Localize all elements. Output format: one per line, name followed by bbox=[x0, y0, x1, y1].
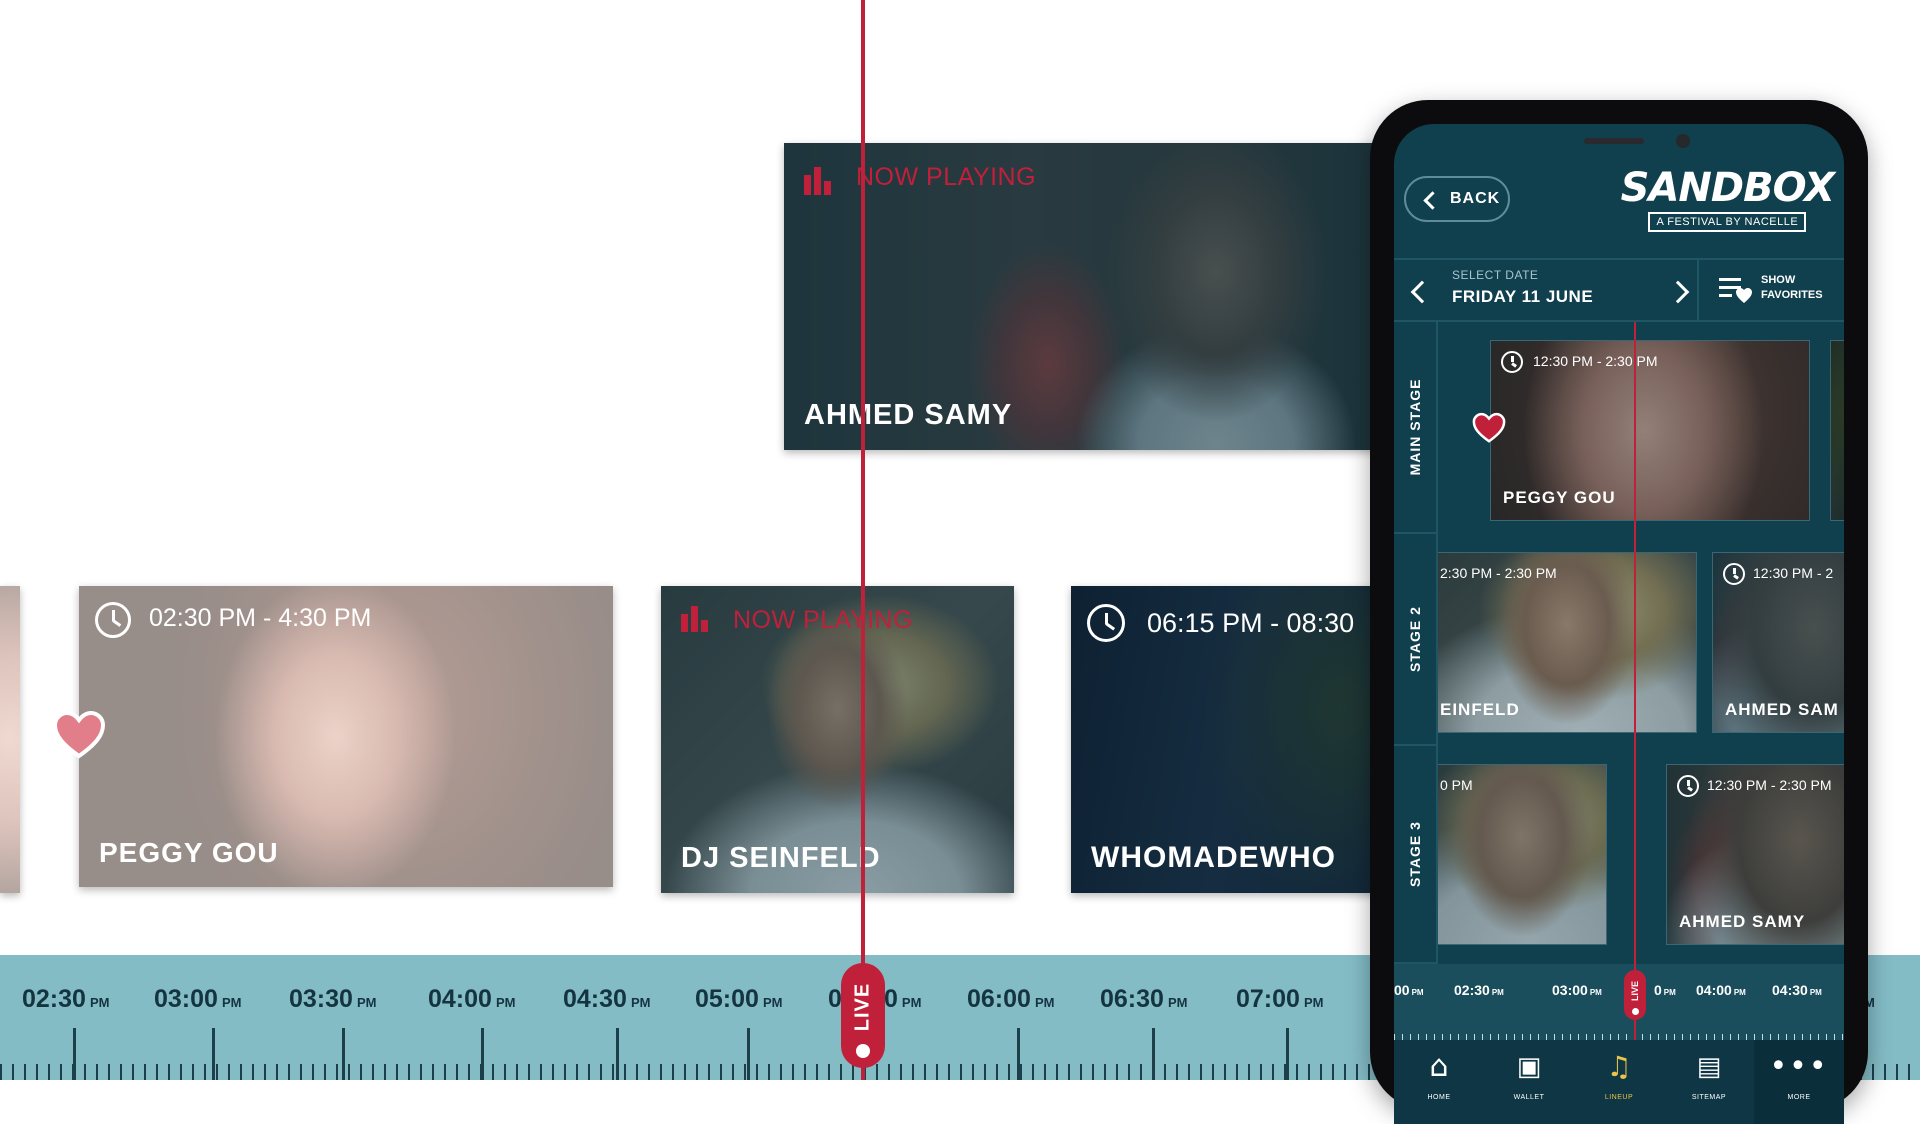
time-tick: 06:30 PM bbox=[1100, 985, 1188, 1013]
favorite-heart-icon[interactable] bbox=[1472, 412, 1506, 444]
stage-label-3: STAGE 3 bbox=[1394, 746, 1438, 964]
set-time: 12:30 PM - 2:30 PM bbox=[1533, 353, 1658, 369]
set-time: 2:30 PM - 2:30 PM bbox=[1440, 565, 1557, 581]
artist-name: PEGGY GOU bbox=[1503, 488, 1616, 507]
time-tick: 04:00 PM bbox=[1696, 982, 1746, 998]
phone-live-button[interactable]: LIVE bbox=[1624, 970, 1646, 1020]
artist-name: WHOMADEWHO bbox=[1091, 841, 1336, 874]
favorites-list-icon bbox=[1719, 278, 1752, 303]
nav-sitemap[interactable]: ▤ SITEMAP bbox=[1664, 1040, 1754, 1124]
artist-name: AHMED SAMY bbox=[1679, 912, 1806, 931]
set-time: 12:30 PM - 2:30 PM bbox=[1707, 777, 1832, 793]
artist-name: AHMED SAMY bbox=[804, 399, 1013, 431]
artist-card-ahmed-samy[interactable]: NOW PLAYING AHMED SAMY bbox=[784, 143, 1384, 450]
stage-label-main: MAIN STAGE bbox=[1394, 322, 1438, 534]
phone-speaker bbox=[1584, 138, 1644, 144]
clock-icon bbox=[95, 602, 131, 638]
artist-name: AHMED SAM bbox=[1725, 700, 1839, 719]
set-time: 02:30 PM - 4:30 PM bbox=[149, 604, 372, 632]
set-time: 12:30 PM - 2 bbox=[1753, 565, 1834, 581]
time-tick: 04:00 PM bbox=[428, 985, 516, 1013]
bottom-navigation: ⌂ HOME ▣ WALLET ♫ LINEUP ▤ SITEMAP ••• M… bbox=[1394, 1040, 1844, 1124]
phone-card-peggy-gou[interactable]: 12:30 PM - 2:30 PM PEGGY GOU bbox=[1490, 340, 1810, 521]
now-playing-icon bbox=[681, 606, 708, 632]
map-icon: ▤ bbox=[1696, 1052, 1722, 1082]
time-tick: 04:30 PM bbox=[1772, 982, 1822, 998]
time-tick: 04:30 PM bbox=[563, 985, 651, 1013]
phone-card-ahmed-samy-stage3[interactable]: 12:30 PM - 2:30 PM AHMED SAMY bbox=[1666, 764, 1844, 945]
clock-icon bbox=[1501, 351, 1523, 373]
artist-card-whomadewho[interactable]: 06:15 PM - 08:30 WHOMADEWHO bbox=[1071, 586, 1401, 893]
chevron-right-icon[interactable] bbox=[1666, 280, 1690, 304]
phone-live-line bbox=[1634, 322, 1636, 1040]
time-tick: 0 PM bbox=[884, 985, 922, 1013]
set-time: 06:15 PM - 08:30 bbox=[1147, 608, 1355, 638]
live-button[interactable]: LIVE bbox=[841, 963, 885, 1068]
more-icon: ••• bbox=[1769, 1049, 1829, 1084]
show-favorites-button[interactable]: SHOW FAVORITES bbox=[1697, 260, 1844, 320]
nav-more[interactable]: ••• MORE bbox=[1754, 1040, 1844, 1124]
time-tick: 05:00 PM bbox=[695, 985, 783, 1013]
artist-card-peggy-gou[interactable]: 02:30 PM - 4:30 PM PEGGY GOU bbox=[79, 586, 613, 887]
phone-screen: BACK SANDBOX A FESTIVAL BY NACELLE SELEC… bbox=[1394, 124, 1844, 1124]
time-tick: 03:00 PM bbox=[154, 985, 242, 1013]
nav-lineup[interactable]: ♫ LINEUP bbox=[1574, 1040, 1664, 1124]
phone-timeline-bar[interactable]: 00 PM 02:30 PM 03:00 PM 0 PM 04:00 PM 04:30 PM bbox=[1394, 964, 1844, 1044]
lineup-icon: ♫ bbox=[1606, 1050, 1632, 1083]
time-tick: 03:00 PM bbox=[1552, 982, 1602, 998]
phone-card-ahmed-samy[interactable]: 12:30 PM - 2 AHMED SAM bbox=[1712, 552, 1844, 733]
phone-device: BACK SANDBOX A FESTIVAL BY NACELLE SELEC… bbox=[1370, 100, 1868, 1124]
phone-camera bbox=[1676, 134, 1690, 148]
phone-card-seinfeld-stage3[interactable]: 0 PM bbox=[1438, 764, 1607, 945]
time-tick: 06:00 PM bbox=[967, 985, 1055, 1013]
phone-card-partial[interactable] bbox=[1830, 340, 1844, 521]
artist-card-dj-seinfeld[interactable]: NOW PLAYING DJ SEINFELD bbox=[661, 586, 1014, 893]
artist-name: DJ SEINFELD bbox=[681, 842, 881, 874]
artist-name: PEGGY GOU bbox=[99, 837, 279, 868]
phone-card-dj-seinfeld[interactable]: 2:30 PM - 2:30 PM EINFELD bbox=[1438, 552, 1697, 733]
festival-logo: SANDBOX A FESTIVAL BY NACELLE bbox=[1621, 166, 1835, 232]
artist-name: EINFELD bbox=[1440, 700, 1520, 719]
time-tick: 03:30 PM bbox=[289, 985, 377, 1013]
clock-icon bbox=[1087, 604, 1125, 642]
live-dot-icon bbox=[856, 1044, 870, 1058]
time-tick: 02:30 PM bbox=[1454, 982, 1504, 998]
clock-icon bbox=[1723, 563, 1745, 585]
wallet-icon: ▣ bbox=[1516, 1052, 1542, 1082]
now-playing-label: NOW PLAYING bbox=[733, 606, 914, 634]
nav-wallet[interactable]: ▣ WALLET bbox=[1484, 1040, 1574, 1124]
date-selector: SELECT DATE FRIDAY 11 JUNE SHOW FAVORITES bbox=[1394, 258, 1844, 322]
live-dot-icon bbox=[1631, 1008, 1639, 1015]
partial-artist-card[interactable] bbox=[0, 586, 20, 893]
live-indicator-line bbox=[861, 0, 865, 1080]
time-tick: 00 PM bbox=[1394, 982, 1424, 998]
chevron-left-icon bbox=[1423, 191, 1442, 210]
back-button[interactable]: BACK bbox=[1404, 176, 1510, 222]
home-icon: ⌂ bbox=[1429, 1049, 1449, 1084]
set-time: 0 PM bbox=[1440, 777, 1473, 793]
time-tick: 0 PM bbox=[1654, 982, 1676, 998]
time-tick: 07:00 PM bbox=[1236, 985, 1324, 1013]
chevron-left-icon[interactable] bbox=[1410, 280, 1434, 304]
clock-icon bbox=[1677, 775, 1699, 797]
now-playing-label: NOW PLAYING bbox=[856, 163, 1037, 191]
time-tick: 02:30 PM bbox=[22, 985, 110, 1013]
nav-home[interactable]: ⌂ HOME bbox=[1394, 1040, 1484, 1124]
selected-date[interactable]: FRIDAY 11 JUNE bbox=[1452, 287, 1593, 307]
favorite-heart-icon[interactable] bbox=[52, 710, 106, 760]
now-playing-icon bbox=[804, 167, 831, 195]
stage-label-2: STAGE 2 bbox=[1394, 534, 1438, 746]
